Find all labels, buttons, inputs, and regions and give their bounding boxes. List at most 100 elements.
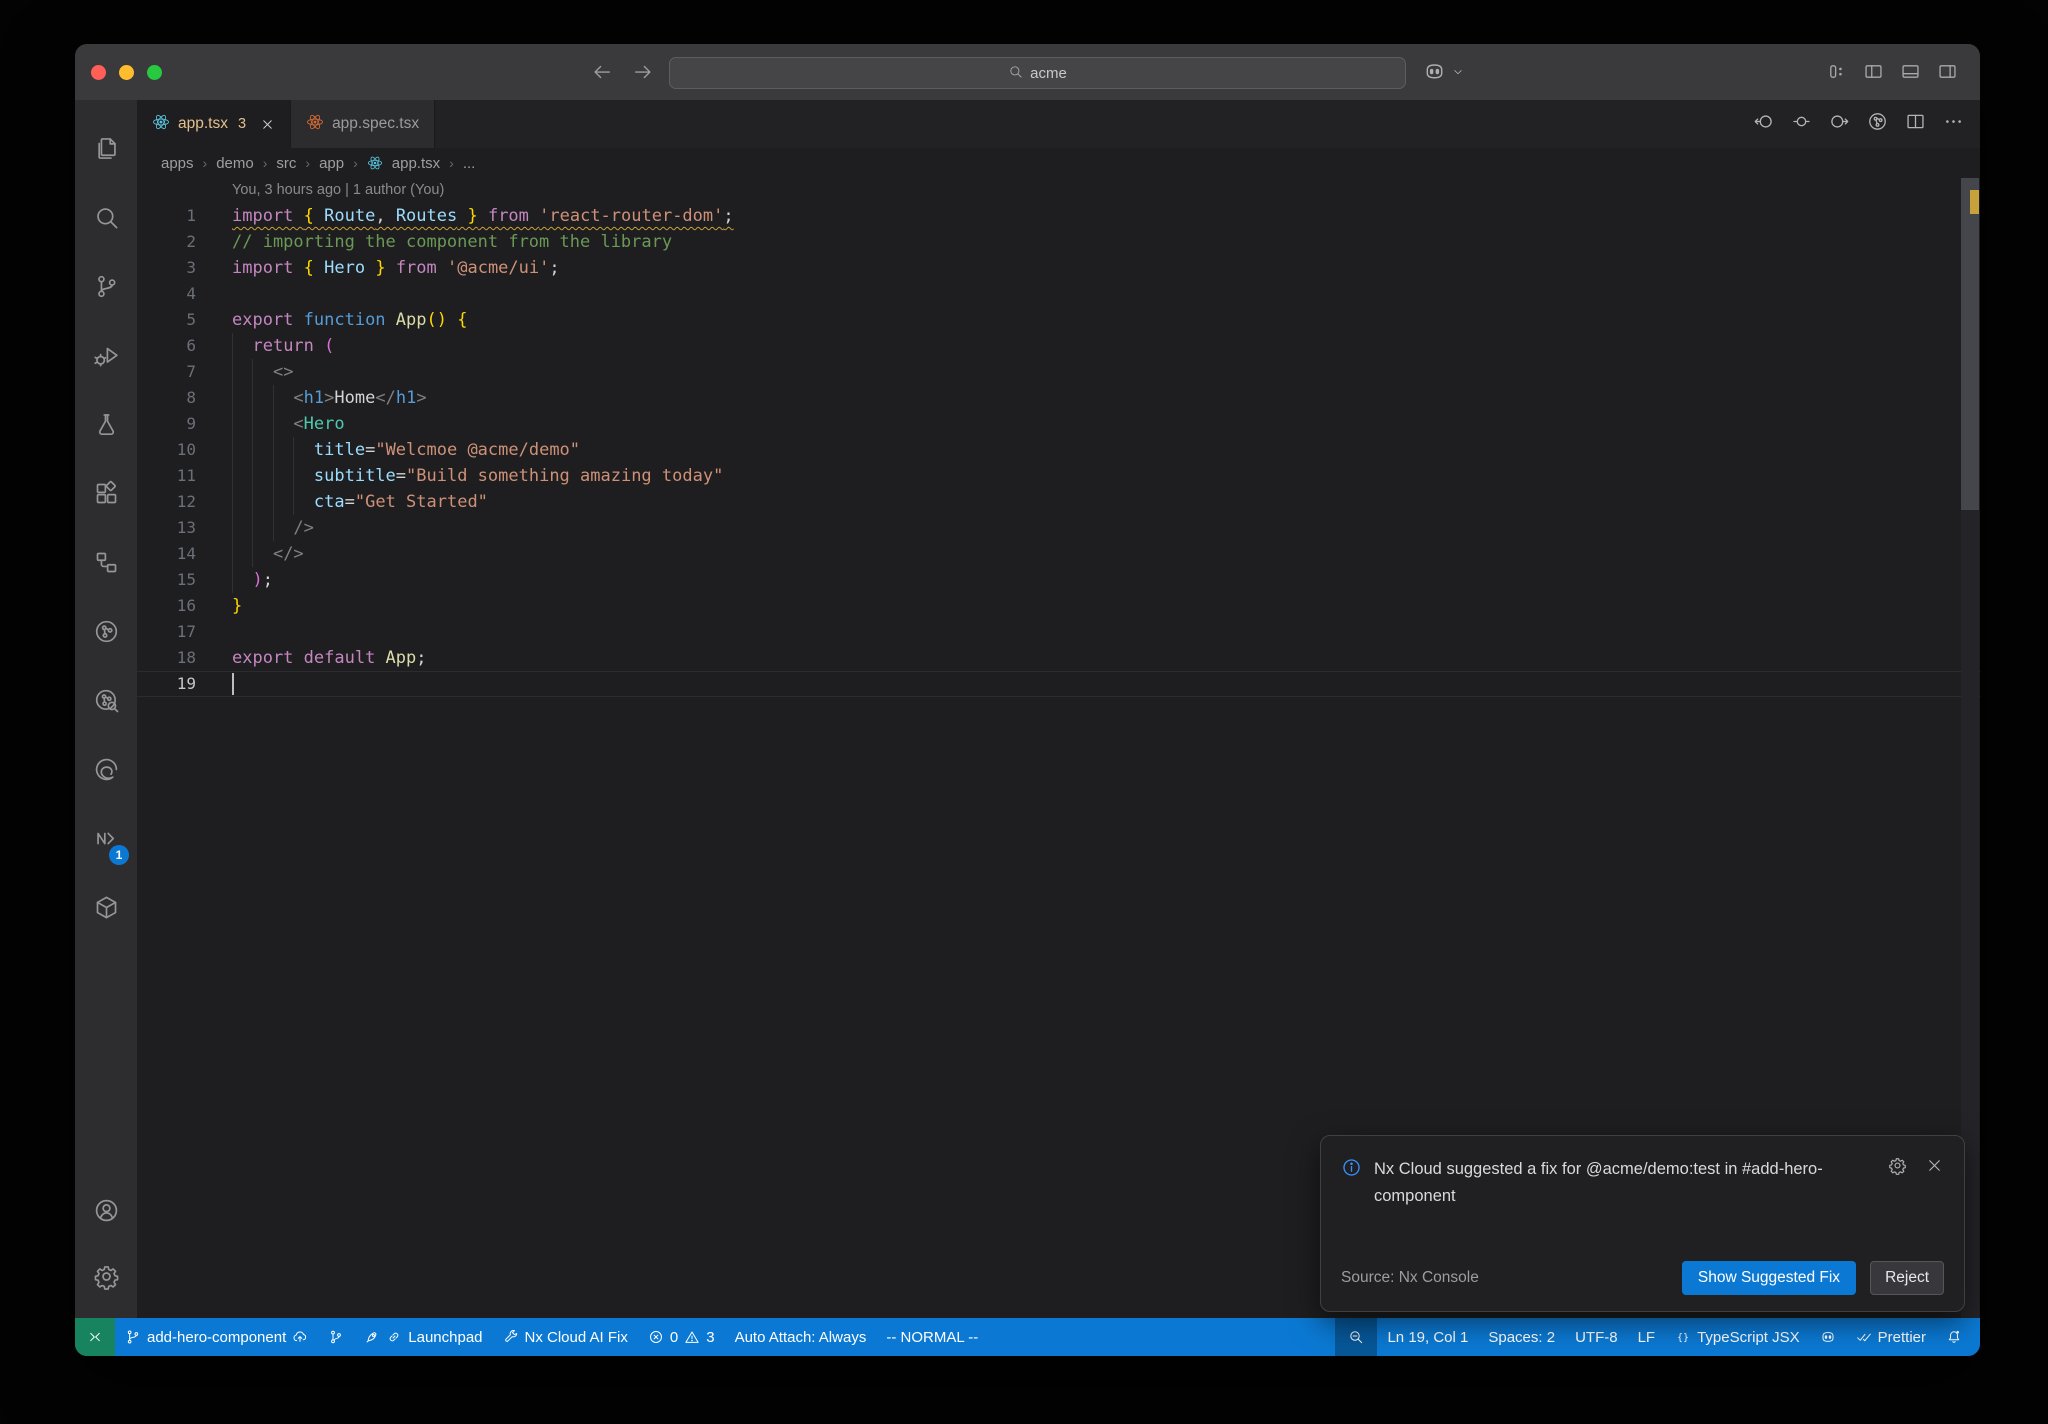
cloud-upload-icon bbox=[292, 1329, 308, 1345]
testing-view[interactable] bbox=[75, 392, 137, 461]
eol-status[interactable]: LF bbox=[1628, 1318, 1666, 1356]
tab-app.tsx[interactable]: app.tsx 3 bbox=[137, 100, 292, 148]
code-line-8[interactable]: 8 <h1>Home</h1> bbox=[137, 385, 1980, 411]
code-line-14[interactable]: 14 </> bbox=[137, 541, 1980, 567]
hierarchy-view[interactable] bbox=[75, 530, 137, 599]
copilot-icon[interactable] bbox=[1423, 60, 1446, 88]
code-line-18[interactable]: 18 export default App; bbox=[137, 645, 1980, 671]
editor-scrollbar-thumb[interactable] bbox=[1961, 178, 1979, 510]
reject-button[interactable]: Reject bbox=[1870, 1261, 1944, 1295]
extensions-view[interactable] bbox=[75, 461, 137, 530]
nav-position-button[interactable] bbox=[1791, 111, 1812, 137]
remote-indicator[interactable] bbox=[75, 1318, 115, 1356]
chevron-down-icon[interactable] bbox=[1451, 65, 1465, 84]
command-center-search[interactable]: acme bbox=[669, 57, 1406, 89]
code-line-15[interactable]: 15 ); bbox=[137, 567, 1980, 593]
extensions-icon bbox=[93, 480, 120, 512]
code-line-19[interactable]: 19 bbox=[137, 671, 1980, 697]
cursor-position-status[interactable]: Ln 19, Col 1 bbox=[1377, 1318, 1478, 1356]
line-number: 11 bbox=[176, 466, 196, 485]
notifications-bell[interactable] bbox=[1936, 1318, 1972, 1356]
line-number: 15 bbox=[176, 570, 196, 589]
gitlens-inspect-view[interactable] bbox=[75, 668, 137, 737]
history-forward-button[interactable] bbox=[632, 61, 654, 88]
code-line-13[interactable]: 13 /> bbox=[137, 515, 1980, 541]
git-branch-status[interactable]: add-hero-component bbox=[115, 1318, 318, 1356]
code-line-3[interactable]: 3 import { Hero } from '@acme/ui'; bbox=[137, 255, 1980, 281]
containers-view[interactable] bbox=[75, 875, 137, 944]
code-line-10[interactable]: 10 title="Welcmoe @acme/demo" bbox=[137, 437, 1980, 463]
split-editor-button[interactable] bbox=[1905, 111, 1926, 137]
nx-console-view[interactable]: 1 bbox=[75, 806, 137, 875]
customize-layout-button[interactable] bbox=[1826, 61, 1847, 87]
launchpad-status[interactable]: Launchpad bbox=[354, 1318, 492, 1356]
toggle-panel-button[interactable] bbox=[1900, 61, 1921, 87]
line-number: 1 bbox=[186, 206, 196, 225]
run-debug-view[interactable] bbox=[75, 323, 137, 392]
code-line-12[interactable]: 12 cta="Get Started" bbox=[137, 489, 1980, 515]
toggle-primary-sidebar-button[interactable] bbox=[1863, 61, 1884, 87]
nav-back-button[interactable] bbox=[1753, 111, 1774, 137]
indentation-status[interactable]: Spaces: 2 bbox=[1478, 1318, 1565, 1356]
status-label: -- NORMAL -- bbox=[886, 1328, 979, 1346]
notification-settings-gear-icon[interactable] bbox=[1888, 1156, 1907, 1180]
status-label: Ln 19, Col 1 bbox=[1387, 1328, 1469, 1346]
explorer-view[interactable] bbox=[75, 116, 137, 185]
code-line-9[interactable]: 9 <Hero bbox=[137, 411, 1980, 437]
code-line-17[interactable]: 17 bbox=[137, 619, 1980, 645]
history-back-button[interactable] bbox=[591, 61, 613, 88]
search-view[interactable] bbox=[75, 185, 137, 254]
copilot-status[interactable] bbox=[1810, 1318, 1846, 1356]
vim-mode-status[interactable]: -- NORMAL -- bbox=[876, 1318, 988, 1356]
settings-menu[interactable] bbox=[75, 1246, 137, 1312]
code-line-2[interactable]: 2 // importing the component from the lib… bbox=[137, 229, 1980, 255]
close-button[interactable] bbox=[91, 65, 106, 80]
breadcrumb-separator: › bbox=[353, 155, 358, 171]
encoding-status[interactable]: UTF-8 bbox=[1565, 1318, 1628, 1356]
indent-guide bbox=[293, 437, 295, 515]
breadcrumb-item[interactable]: src bbox=[276, 155, 296, 172]
source-control-view[interactable] bbox=[75, 254, 137, 323]
indent-guide bbox=[232, 333, 233, 593]
code-line-4[interactable]: 4 bbox=[137, 281, 1980, 307]
code-text: subtitle="Build something amazing today" bbox=[313, 466, 724, 486]
breadcrumb-item[interactable]: app bbox=[319, 155, 344, 172]
commit-graph-status[interactable] bbox=[318, 1318, 354, 1356]
breadcrumb-file[interactable]: app.tsx bbox=[392, 155, 440, 172]
search-icon bbox=[1008, 64, 1023, 83]
code-line-16[interactable]: 16} bbox=[137, 593, 1980, 619]
toggle-secondary-sidebar-button[interactable] bbox=[1937, 61, 1958, 87]
notification-close-icon[interactable] bbox=[1925, 1156, 1944, 1180]
text-cursor bbox=[232, 673, 234, 695]
more-actions-button[interactable] bbox=[1943, 111, 1964, 137]
git-blame-annotation[interactable]: You, 3 hours ago | 1 author (You) bbox=[137, 178, 1980, 203]
breadcrumb-item[interactable]: demo bbox=[216, 155, 254, 172]
minimize-button[interactable] bbox=[119, 65, 134, 80]
code-line-11[interactable]: 11 subtitle="Build something amazing tod… bbox=[137, 463, 1980, 489]
accounts-menu[interactable] bbox=[75, 1180, 137, 1246]
nav-forward-button[interactable] bbox=[1829, 111, 1850, 137]
tab-app.spec.tsx[interactable]: app.spec.tsx bbox=[291, 100, 436, 148]
code-line-5[interactable]: 5 export function App() { bbox=[137, 307, 1980, 333]
run-button[interactable] bbox=[1867, 111, 1888, 137]
code-line-1[interactable]: 1 import { Route, Routes } from 'react-ro… bbox=[137, 203, 1980, 229]
commit-graph-icon bbox=[328, 1329, 344, 1345]
hierarchy-icon bbox=[93, 549, 120, 581]
auto-attach-status[interactable]: Auto Attach: Always bbox=[725, 1318, 877, 1356]
indent-guide bbox=[252, 359, 254, 567]
tab-close-icon[interactable] bbox=[260, 117, 275, 132]
show-suggested-fix-button[interactable]: Show Suggested Fix bbox=[1681, 1261, 1857, 1295]
nx-cloud-ai-fix-status[interactable]: Nx Cloud AI Fix bbox=[493, 1318, 638, 1356]
line-number: 9 bbox=[186, 414, 196, 433]
code-line-6[interactable]: 6 return ( bbox=[137, 333, 1980, 359]
code-line-7[interactable]: 7 <> bbox=[137, 359, 1980, 385]
edge-devtools-view[interactable] bbox=[75, 737, 137, 806]
prettier-status[interactable]: Prettier bbox=[1846, 1318, 1936, 1356]
zoom-indicator[interactable] bbox=[1335, 1318, 1378, 1356]
breadcrumb-symbol[interactable]: ... bbox=[463, 155, 476, 172]
zoom-button[interactable] bbox=[147, 65, 162, 80]
gitlens-view[interactable] bbox=[75, 599, 137, 668]
problems-status[interactable]: 03 bbox=[638, 1318, 725, 1356]
breadcrumb-item[interactable]: apps bbox=[161, 155, 194, 172]
language-status[interactable]: {} TypeScript JSX bbox=[1665, 1318, 1810, 1356]
